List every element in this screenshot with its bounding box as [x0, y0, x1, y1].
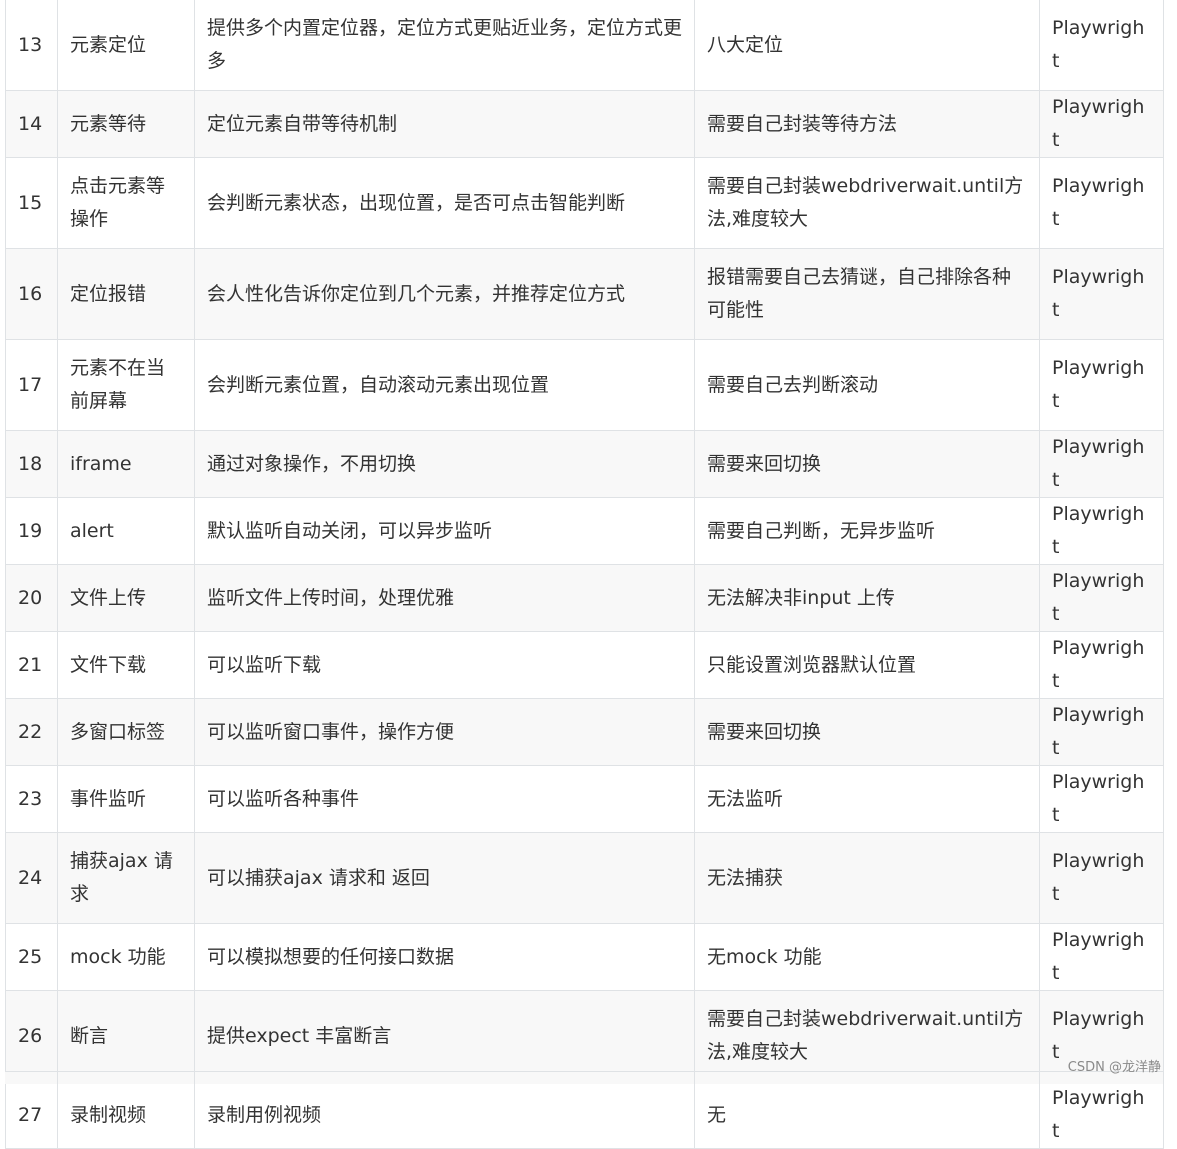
- winner-cell: Playwright: [1039, 564, 1164, 632]
- row-number: 18: [5, 430, 58, 498]
- table-row: 14 元素等待 定位元素自带等待机制 需要自己封装等待方法 Playwright: [5, 90, 1164, 158]
- feature-cell: mock 功能: [57, 923, 195, 991]
- feature-cell: 断言: [57, 990, 195, 1082]
- table-row: 13 元素定位 提供多个内置定位器，定位方式更贴近业务，定位方式更多 八大定位 …: [5, 0, 1164, 91]
- playwright-cell: 可以监听窗口事件，操作方便: [194, 698, 695, 766]
- table-row: 25 mock 功能 可以模拟想要的任何接口数据 无mock 功能 Playwr…: [5, 923, 1164, 991]
- winner-cell: Playwright: [1039, 90, 1164, 158]
- selenium-cell: 需要自己判断，无异步监听: [694, 497, 1040, 565]
- table-row: 21 文件下载 可以监听下载 只能设置浏览器默认位置 Playwright: [5, 631, 1164, 699]
- comparison-table: 13 元素定位 提供多个内置定位器，定位方式更贴近业务，定位方式更多 八大定位 …: [5, 0, 1164, 1149]
- selenium-cell: 无法捕获: [694, 832, 1040, 924]
- row-number: 27: [5, 1081, 58, 1149]
- row-number: 17: [5, 339, 58, 431]
- playwright-cell: 录制用例视频: [194, 1081, 695, 1149]
- winner-cell: Playwright: [1039, 698, 1164, 766]
- winner-cell: Playwright: [1039, 631, 1164, 699]
- row-number: 13: [5, 0, 58, 91]
- row-number: 23: [5, 765, 58, 833]
- selenium-cell: 只能设置浏览器默认位置: [694, 631, 1040, 699]
- feature-cell: 元素定位: [57, 0, 195, 91]
- feature-cell: alert: [57, 497, 195, 565]
- selenium-cell: 无法监听: [694, 765, 1040, 833]
- feature-cell: 多窗口标签: [57, 698, 195, 766]
- winner-cell: Playwright: [1039, 157, 1164, 249]
- column-divider: [194, 1072, 195, 1084]
- playwright-cell: 会判断元素位置，自动滚动元素出现位置: [194, 339, 695, 431]
- winner-cell: Playwright: [1039, 765, 1164, 833]
- feature-cell: 文件上传: [57, 564, 195, 632]
- table-row: 15 点击元素等操作 会判断元素状态，出现位置，是否可点击智能判断 需要自己封装…: [5, 157, 1164, 249]
- selenium-cell: 无: [694, 1081, 1040, 1149]
- selenium-cell: 八大定位: [694, 0, 1040, 91]
- feature-cell: 点击元素等操作: [57, 157, 195, 249]
- feature-cell: 元素等待: [57, 90, 195, 158]
- selenium-cell: 需要来回切换: [694, 430, 1040, 498]
- table-row: 26 断言 提供expect 丰富断言 需要自己封装webdriverwait.…: [5, 990, 1164, 1082]
- winner-cell: Playwright: [1039, 0, 1164, 91]
- comparison-table-container: 13 元素定位 提供多个内置定位器，定位方式更贴近业务，定位方式更多 八大定位 …: [5, 0, 1164, 1149]
- selenium-cell: 需要自己封装等待方法: [694, 90, 1040, 158]
- table-row: 18 iframe 通过对象操作，不用切换 需要来回切换 Playwright: [5, 430, 1164, 498]
- playwright-cell: 可以监听各种事件: [194, 765, 695, 833]
- feature-cell: 事件监听: [57, 765, 195, 833]
- table-row: 24 捕获ajax 请求 可以捕获ajax 请求和 返回 无法捕获 Playwr…: [5, 832, 1164, 924]
- column-divider: [694, 1072, 695, 1084]
- playwright-cell: 监听文件上传时间，处理优雅: [194, 564, 695, 632]
- playwright-cell: 可以监听下载: [194, 631, 695, 699]
- feature-cell: 文件下载: [57, 631, 195, 699]
- selenium-cell: 报错需要自己去猜谜，自己排除各种可能性: [694, 248, 1040, 340]
- playwright-cell: 提供expect 丰富断言: [194, 990, 695, 1082]
- row-number: 19: [5, 497, 58, 565]
- playwright-cell: 默认监听自动关闭，可以异步监听: [194, 497, 695, 565]
- feature-cell: iframe: [57, 430, 195, 498]
- row-number: 21: [5, 631, 58, 699]
- feature-cell: 捕获ajax 请求: [57, 832, 195, 924]
- winner-cell: Playwright: [1039, 339, 1164, 431]
- row-number: 24: [5, 832, 58, 924]
- table-row: 27 录制视频 录制用例视频 无 Playwright: [5, 1081, 1164, 1149]
- selenium-cell: 需要来回切换: [694, 698, 1040, 766]
- table-row: 19 alert 默认监听自动关闭，可以异步监听 需要自己判断，无异步监听 Pl…: [5, 497, 1164, 565]
- winner-cell: Playwright: [1039, 832, 1164, 924]
- selenium-cell: 无mock 功能: [694, 923, 1040, 991]
- selenium-cell: 需要自己封装webdriverwait.until方法,难度较大: [694, 157, 1040, 249]
- table-row: 17 元素不在当前屏幕 会判断元素位置，自动滚动元素出现位置 需要自己去判断滚动…: [5, 339, 1164, 431]
- selenium-cell: 需要自己封装webdriverwait.until方法,难度较大: [694, 990, 1040, 1082]
- column-divider: [57, 1072, 58, 1084]
- playwright-cell: 提供多个内置定位器，定位方式更贴近业务，定位方式更多: [194, 0, 695, 91]
- playwright-cell: 定位元素自带等待机制: [194, 90, 695, 158]
- feature-cell: 元素不在当前屏幕: [57, 339, 195, 431]
- selenium-cell: 需要自己去判断滚动: [694, 339, 1040, 431]
- playwright-cell: 通过对象操作，不用切换: [194, 430, 695, 498]
- row-number: 15: [5, 157, 58, 249]
- winner-cell: Playwright: [1039, 1081, 1164, 1149]
- row-number: 22: [5, 698, 58, 766]
- playwright-cell: 可以模拟想要的任何接口数据: [194, 923, 695, 991]
- playwright-cell: 会人性化告诉你定位到几个元素，并推荐定位方式: [194, 248, 695, 340]
- playwright-cell: 可以捕获ajax 请求和 返回: [194, 832, 695, 924]
- next-row-partial: [5, 1071, 1163, 1084]
- feature-cell: 录制视频: [57, 1081, 195, 1149]
- row-number: 20: [5, 564, 58, 632]
- watermark: CSDN @龙洋静: [1067, 1060, 1161, 1075]
- row-number: 16: [5, 248, 58, 340]
- winner-cell: Playwright: [1039, 248, 1164, 340]
- table-row: 23 事件监听 可以监听各种事件 无法监听 Playwright: [5, 765, 1164, 833]
- feature-cell: 定位报错: [57, 248, 195, 340]
- selenium-cell: 无法解决非input 上传: [694, 564, 1040, 632]
- table-row: 22 多窗口标签 可以监听窗口事件，操作方便 需要来回切换 Playwright: [5, 698, 1164, 766]
- winner-cell: Playwright: [1039, 497, 1164, 565]
- row-number: 14: [5, 90, 58, 158]
- winner-cell: Playwright: [1039, 923, 1164, 991]
- row-number: 26: [5, 990, 58, 1082]
- row-number: 25: [5, 923, 58, 991]
- table-row: 16 定位报错 会人性化告诉你定位到几个元素，并推荐定位方式 报错需要自己去猜谜…: [5, 248, 1164, 340]
- playwright-cell: 会判断元素状态，出现位置，是否可点击智能判断: [194, 157, 695, 249]
- table-row: 20 文件上传 监听文件上传时间，处理优雅 无法解决非input 上传 Play…: [5, 564, 1164, 632]
- column-divider: [1039, 1072, 1040, 1084]
- winner-cell: Playwright: [1039, 430, 1164, 498]
